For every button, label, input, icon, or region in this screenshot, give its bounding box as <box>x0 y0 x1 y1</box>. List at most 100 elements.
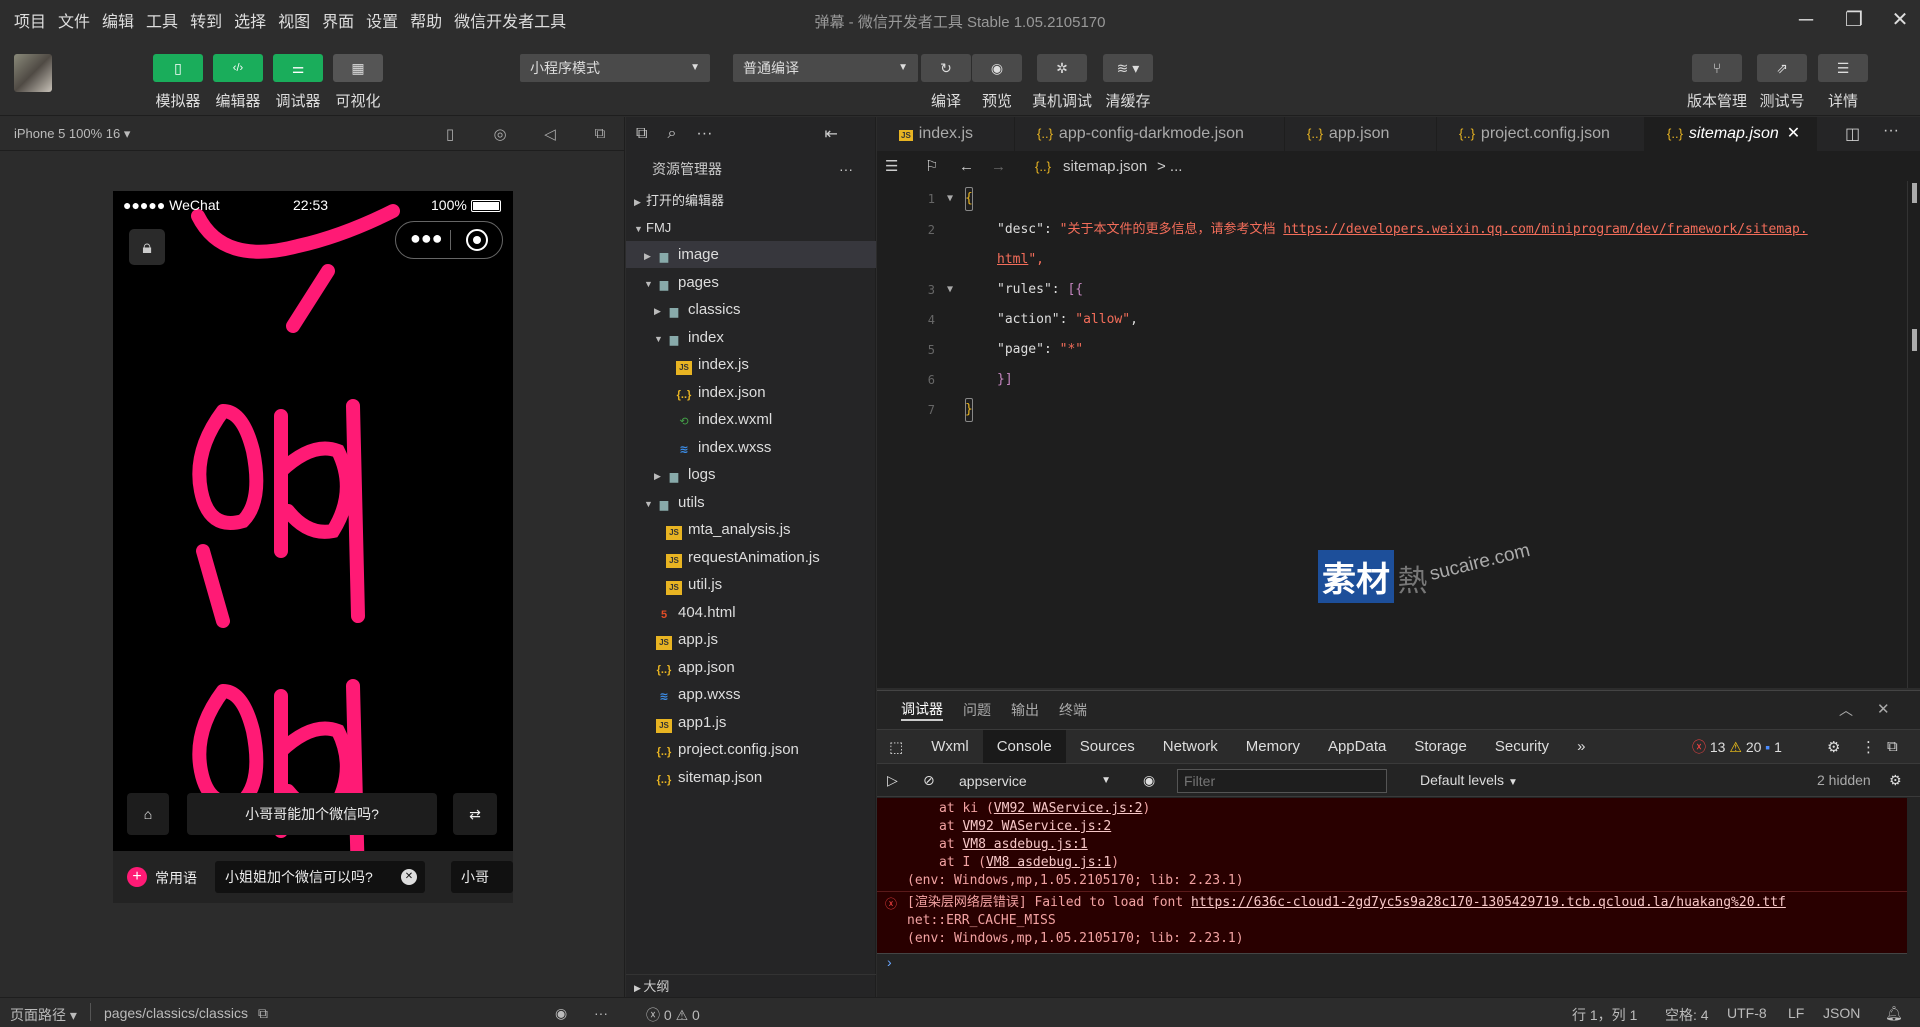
close-miniprogram-icon[interactable] <box>466 229 488 251</box>
compile-select[interactable]: 普通编译 ▼ <box>733 54 918 82</box>
tree-file[interactable]: {..} sitemap.json <box>626 764 876 791</box>
list-icon[interactable]: ☰ <box>885 157 898 175</box>
project-root[interactable]: ▼ FMJ <box>626 214 876 241</box>
fold-icon[interactable]: ▼ <box>947 187 953 211</box>
tree-file[interactable]: JS mta_analysis.js <box>626 516 876 543</box>
more-tabs-icon[interactable]: » <box>1563 730 1599 764</box>
gear-icon[interactable]: ⚙ <box>1889 772 1902 789</box>
console-link[interactable]: VM8 asdebug.js:1 <box>962 837 1087 852</box>
tab-wxml[interactable]: Wxml <box>917 730 983 764</box>
eye-icon[interactable]: ◉ <box>555 1005 567 1022</box>
context-select[interactable]: appservice ▼ <box>959 769 1119 793</box>
close-window-icon[interactable]: ✕ <box>1880 6 1920 34</box>
tree-file[interactable]: ≋ app.wxss <box>626 681 876 708</box>
compile-button[interactable]: ↻ <box>921 54 971 82</box>
tab-security[interactable]: Security <box>1481 730 1563 764</box>
more-icon[interactable]: ··· <box>1883 122 1899 140</box>
details-button[interactable]: ☰ <box>1818 54 1868 82</box>
tree-file[interactable]: JS util.js <box>626 571 876 598</box>
menu-file[interactable]: 文件 <box>52 8 96 32</box>
preview-button[interactable]: ◉ <box>972 54 1022 82</box>
indent-setting[interactable]: 空格: 4 <box>1665 1005 1709 1025</box>
record-icon[interactable]: ◎ <box>490 125 510 143</box>
lock-icon[interactable]: 🔒︎ <box>129 229 165 265</box>
close-icon[interactable]: ✕ <box>1877 700 1890 718</box>
tab-memory[interactable]: Memory <box>1232 730 1314 764</box>
simulator-toggle-button[interactable]: ▯ <box>153 54 203 82</box>
tree-file[interactable]: JS index.js <box>626 351 876 378</box>
issue-counts[interactable]: ⓧ 13 ⚠ 20 ▪ 1 <box>1692 737 1782 757</box>
tab-project-config[interactable]: {..} project.config.json <box>1437 117 1645 151</box>
tab-sitemap-json[interactable]: {..} sitemap.json ✕ <box>1645 117 1817 151</box>
tree-folder[interactable]: ▼ ▆ index <box>626 324 876 351</box>
tree-file[interactable]: ⟲ index.wxml <box>626 406 876 433</box>
tab-appdata[interactable]: AppData <box>1314 730 1400 764</box>
tab-sources[interactable]: Sources <box>1066 730 1149 764</box>
outline-section[interactable]: ▶ 大纲 <box>626 974 876 997</box>
device-select[interactable]: iPhone 5 100% 16 ▾ <box>14 126 130 142</box>
problems-count[interactable]: ⓧ 0 ⚠ 0 <box>646 1005 700 1025</box>
log-levels-select[interactable]: Default levels ▼ <box>1420 772 1518 788</box>
remote-debug-button[interactable]: ✲ <box>1037 54 1087 82</box>
console-link[interactable]: VM92 WAService.js:2 <box>994 801 1143 816</box>
danmaku-input[interactable]: 小哥哥能加个微信吗? <box>187 793 437 835</box>
phrase-chip[interactable]: 小哥 <box>451 861 513 893</box>
tab-debugger[interactable]: 调试器 <box>901 699 943 721</box>
menu-view[interactable]: 视图 <box>272 8 316 32</box>
more-vertical-icon[interactable]: ⋮ <box>1861 738 1876 756</box>
menu-devtools[interactable]: 微信开发者工具 <box>448 8 572 32</box>
bell-icon[interactable]: 🔔︎ <box>1885 1005 1903 1022</box>
breadcrumb-file[interactable]: sitemap.json <box>1063 158 1147 175</box>
phone-icon[interactable]: ▯ <box>440 125 460 143</box>
menu-interface[interactable]: 界面 <box>316 8 360 32</box>
tab-index-js[interactable]: JS index.js <box>877 117 1015 151</box>
chevron-up-icon[interactable]: ︿ <box>1839 700 1853 720</box>
bookmark-icon[interactable]: ⚐ <box>925 157 938 175</box>
home-button[interactable]: ⌂ <box>127 793 169 835</box>
console-prompt[interactable]: › <box>877 953 1907 975</box>
menu-tools[interactable]: 工具 <box>140 8 184 32</box>
collapse-panel-icon[interactable]: ⇤ <box>824 124 837 144</box>
clear-console-icon[interactable]: ⊘ <box>923 772 935 789</box>
tree-file[interactable]: JS app1.js <box>626 709 876 736</box>
menu-select[interactable]: 选择 <box>228 8 272 32</box>
split-editor-icon[interactable]: ◫ <box>1845 124 1860 144</box>
inspect-icon[interactable]: ⬚ <box>877 738 917 756</box>
tab-storage[interactable]: Storage <box>1400 730 1481 764</box>
capsule-menu[interactable]: ●●● <box>395 221 503 259</box>
close-icon[interactable]: ✕ <box>401 869 417 885</box>
forward-icon[interactable]: → <box>991 158 1006 175</box>
eye-icon[interactable]: ◉ <box>1143 772 1155 789</box>
editor-toggle-button[interactable]: ‹/› <box>213 54 263 82</box>
more-icon[interactable]: ··· <box>696 125 712 143</box>
window-icon[interactable]: ⧉ <box>590 125 610 143</box>
tab-problems[interactable]: 问题 <box>963 700 991 720</box>
tab-output[interactable]: 输出 <box>1011 700 1039 720</box>
menu-help[interactable]: 帮助 <box>404 8 448 32</box>
menu-edit[interactable]: 编辑 <box>96 8 140 32</box>
minimize-icon[interactable]: ─ <box>1786 6 1826 34</box>
tree-file[interactable]: ≋ index.wxss <box>626 434 876 461</box>
clear-cache-button[interactable]: ≋ ▾ <box>1103 54 1153 82</box>
console-output[interactable]: at ki (VM92 WAService.js:2) at VM92 WASe… <box>877 798 1907 953</box>
menu-project[interactable]: 项目 <box>8 8 52 32</box>
menu-settings[interactable]: 设置 <box>360 8 404 32</box>
cursor-position[interactable]: 行 1，列 1 <box>1572 1005 1637 1025</box>
tree-file[interactable]: {..} app.json <box>626 654 876 681</box>
editor-scrollbar[interactable] <box>1907 181 1920 688</box>
fold-icon[interactable]: ▼ <box>947 278 953 302</box>
tree-folder[interactable]: ▼ ▆ utils <box>626 489 876 516</box>
more-icon[interactable]: ··· <box>594 1005 608 1021</box>
maximize-icon[interactable]: ❐ <box>1834 6 1874 34</box>
tree-folder[interactable]: ▶ ▆ logs <box>626 461 876 488</box>
page-path-select[interactable]: 页面路径 ▾ <box>10 1005 77 1025</box>
eol[interactable]: LF <box>1788 1005 1804 1021</box>
tree-file[interactable]: JS app.js <box>626 626 876 653</box>
console-link[interactable]: https://636c-cloud1-2gd7yc5s9a28c170-130… <box>1191 895 1786 910</box>
language-mode[interactable]: JSON <box>1823 1005 1860 1021</box>
console-link[interactable]: VM92 WAService.js:2 <box>962 819 1111 834</box>
tab-terminal[interactable]: 终端 <box>1059 700 1087 720</box>
plus-icon[interactable]: + <box>127 867 147 887</box>
mode-select[interactable]: 小程序模式 ▼ <box>520 54 710 82</box>
switch-button[interactable]: ⇄ <box>453 793 497 835</box>
